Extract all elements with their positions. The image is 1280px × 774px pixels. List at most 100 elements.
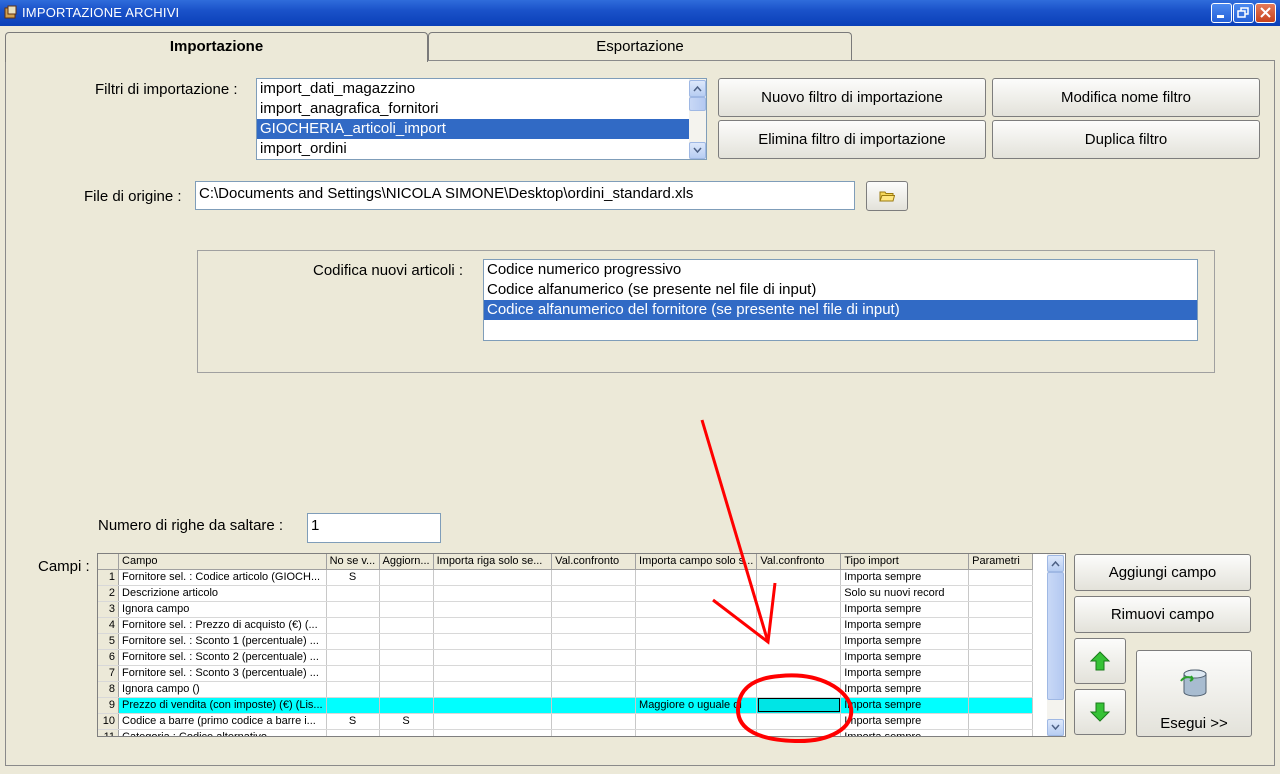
table-cell[interactable] bbox=[551, 569, 637, 586]
table-cell[interactable] bbox=[551, 649, 637, 666]
table-cell[interactable]: Ignora campo () bbox=[118, 681, 327, 698]
table-row[interactable]: 11 Categoria : Codice alternativo Importa … bbox=[98, 729, 1033, 736]
filter-item[interactable]: import_ordini bbox=[257, 139, 706, 159]
table-cell[interactable] bbox=[968, 633, 1033, 650]
duplicate-filter-button[interactable]: Duplica filtro bbox=[992, 120, 1260, 159]
execute-button[interactable]: Esegui >> bbox=[1136, 650, 1252, 737]
table-cell[interactable]: Importa sempre bbox=[840, 649, 970, 666]
table-cell[interactable]: Importa sempre bbox=[840, 601, 970, 618]
table-cell[interactable] bbox=[635, 665, 758, 682]
table-cell[interactable] bbox=[968, 697, 1033, 714]
filters-listbox[interactable]: import_dati_magazzino import_anagrafica_… bbox=[256, 78, 707, 160]
table-cell[interactable]: Fornitore sel. : Sconto 2 (percentuale) … bbox=[118, 649, 327, 666]
table-cell[interactable]: Fornitore sel. : Sconto 1 (percentuale) … bbox=[118, 633, 327, 650]
grid-column-header[interactable]: Importa riga solo se... bbox=[433, 554, 553, 570]
table-cell[interactable]: Importa sempre bbox=[840, 697, 970, 714]
table-cell[interactable] bbox=[756, 649, 842, 666]
table-row[interactable]: 5 Fornitore sel. : Sconto 1 (percentuale)… bbox=[98, 633, 1033, 650]
table-cell[interactable] bbox=[326, 649, 380, 666]
table-cell[interactable]: Importa sempre bbox=[840, 633, 970, 650]
table-cell[interactable] bbox=[433, 569, 553, 586]
source-file-input[interactable]: C:\Documents and Settings\NICOLA SIMONE\… bbox=[195, 181, 855, 210]
browse-button[interactable] bbox=[866, 181, 908, 211]
table-cell[interactable] bbox=[635, 681, 758, 698]
grid-column-header[interactable] bbox=[98, 554, 120, 570]
table-cell[interactable] bbox=[433, 729, 553, 736]
table-cell[interactable] bbox=[326, 729, 380, 736]
table-cell[interactable] bbox=[433, 617, 553, 634]
table-cell[interactable] bbox=[635, 729, 758, 736]
scroll-thumb[interactable] bbox=[689, 97, 706, 111]
table-cell[interactable]: Fornitore sel. : Codice articolo (GIOCH.… bbox=[118, 569, 327, 586]
table-cell[interactable] bbox=[551, 633, 637, 650]
grid-scrollbar[interactable] bbox=[1047, 554, 1064, 736]
table-cell[interactable]: Importa sempre bbox=[840, 681, 970, 698]
table-cell[interactable] bbox=[551, 681, 637, 698]
table-row[interactable]: 4 Fornitore sel. : Prezzo di acquisto (€)… bbox=[98, 617, 1033, 634]
filter-item-selected[interactable]: GIOCHERIA_articoli_import bbox=[257, 119, 689, 139]
coding-item[interactable]: Codice numerico progressivo bbox=[484, 260, 1197, 280]
tab-esportazione[interactable]: Esportazione bbox=[428, 32, 852, 61]
table-cell[interactable] bbox=[551, 729, 637, 736]
table-cell[interactable]: Importa sempre bbox=[840, 713, 970, 730]
filter-item[interactable]: import_dati_magazzino bbox=[257, 79, 706, 99]
delete-filter-button[interactable]: Elimina filtro di importazione bbox=[718, 120, 986, 159]
table-cell[interactable] bbox=[968, 617, 1033, 634]
coding-item[interactable]: Codice alfanumerico (se presente nel fil… bbox=[484, 280, 1197, 300]
table-cell[interactable] bbox=[379, 633, 434, 650]
table-cell[interactable]: Ignora campo bbox=[118, 601, 327, 618]
table-cell[interactable]: Descrizione articolo bbox=[118, 585, 327, 602]
table-cell[interactable] bbox=[326, 697, 380, 714]
grid-column-header[interactable]: Aggiorn... bbox=[379, 554, 434, 570]
coding-item-selected[interactable]: Codice alfanumerico del fornitore (se pr… bbox=[484, 300, 1197, 320]
table-cell[interactable] bbox=[379, 665, 434, 682]
table-cell[interactable]: Importa sempre bbox=[840, 569, 970, 586]
table-cell[interactable] bbox=[968, 569, 1033, 586]
move-down-button[interactable] bbox=[1074, 689, 1126, 735]
grid-scroll-up-button[interactable] bbox=[1047, 555, 1064, 572]
table-cell[interactable] bbox=[756, 665, 842, 682]
table-cell[interactable] bbox=[433, 649, 553, 666]
table-cell[interactable] bbox=[326, 617, 380, 634]
table-cell[interactable] bbox=[756, 601, 842, 618]
table-cell[interactable] bbox=[551, 617, 637, 634]
table-cell[interactable] bbox=[433, 585, 553, 602]
table-row[interactable]: 10 Codice a barre (primo codice a barre i… bbox=[98, 713, 1033, 730]
new-filter-button[interactable]: Nuovo filtro di importazione bbox=[718, 78, 986, 117]
table-cell[interactable] bbox=[756, 569, 842, 586]
table-cell[interactable] bbox=[756, 729, 842, 736]
table-cell[interactable] bbox=[635, 713, 758, 730]
table-row[interactable]: 6 Fornitore sel. : Sconto 2 (percentuale)… bbox=[98, 649, 1033, 666]
table-cell[interactable] bbox=[968, 665, 1033, 682]
table-cell[interactable] bbox=[635, 601, 758, 618]
table-cell[interactable] bbox=[433, 633, 553, 650]
table-cell[interactable] bbox=[635, 585, 758, 602]
table-cell[interactable] bbox=[379, 585, 434, 602]
tab-importazione[interactable]: Importazione bbox=[5, 32, 428, 62]
move-up-button[interactable] bbox=[1074, 638, 1126, 684]
minimize-button[interactable] bbox=[1211, 3, 1232, 23]
table-cell[interactable] bbox=[551, 697, 637, 714]
maximize-button[interactable] bbox=[1233, 3, 1254, 23]
table-cell[interactable] bbox=[551, 585, 637, 602]
grid-column-header[interactable]: Importa campo solo s... bbox=[635, 554, 758, 570]
table-cell[interactable] bbox=[433, 601, 553, 618]
table-cell[interactable] bbox=[635, 633, 758, 650]
table-cell[interactable]: S bbox=[326, 713, 380, 730]
table-cell[interactable] bbox=[968, 713, 1033, 730]
grid-scroll-thumb[interactable] bbox=[1047, 572, 1064, 700]
grid-column-header[interactable]: Val.confronto bbox=[551, 554, 637, 570]
table-cell[interactable] bbox=[756, 681, 842, 698]
table-row[interactable]: 7 Fornitore sel. : Sconto 3 (percentuale)… bbox=[98, 665, 1033, 682]
remove-field-button[interactable]: Rimuovi campo bbox=[1074, 596, 1251, 633]
table-cell[interactable] bbox=[968, 601, 1033, 618]
table-cell[interactable] bbox=[326, 585, 380, 602]
table-cell[interactable] bbox=[433, 665, 553, 682]
table-row[interactable]: 8 Ignora campo () Importa sempre bbox=[98, 681, 1033, 698]
table-cell[interactable] bbox=[379, 697, 434, 714]
table-cell[interactable] bbox=[379, 617, 434, 634]
grid-column-header[interactable]: Campo bbox=[118, 554, 327, 570]
table-cell[interactable] bbox=[756, 633, 842, 650]
table-cell[interactable] bbox=[551, 713, 637, 730]
table-cell[interactable] bbox=[326, 633, 380, 650]
